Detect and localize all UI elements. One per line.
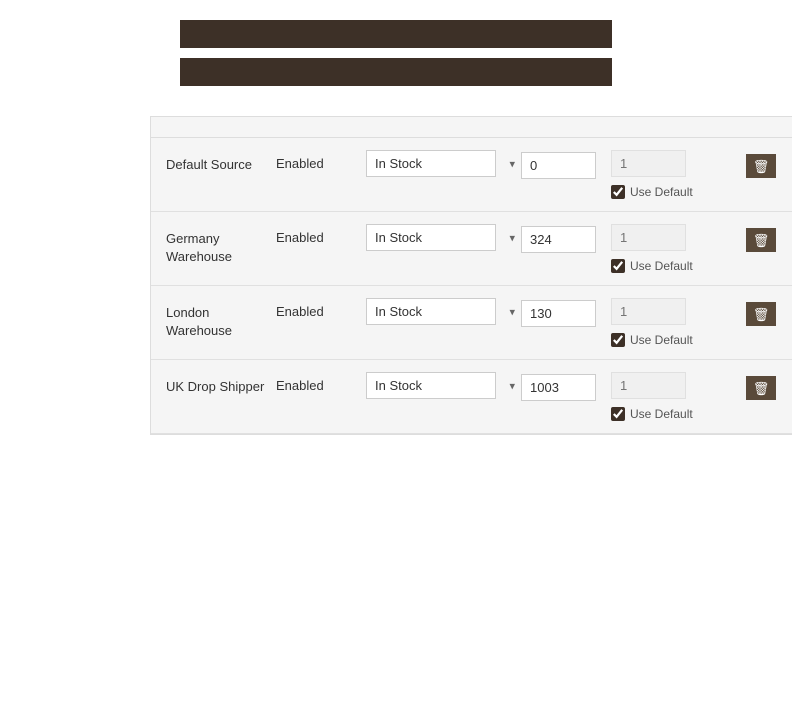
item-status-select-3[interactable]: In StockOut of Stock: [366, 372, 496, 399]
item-status-select-2[interactable]: In StockOut of Stock: [366, 298, 496, 325]
chevron-down-icon: ▾: [509, 379, 515, 392]
notify-qty-input-0[interactable]: [611, 150, 686, 177]
page-wrapper: Default SourceEnabledIn StockOut of Stoc…: [0, 0, 792, 475]
delete-row-button-1[interactable]: 🗑: [746, 228, 777, 252]
table-row: UK Drop ShipperEnabledIn StockOut of Sto…: [151, 360, 792, 434]
use-default-label-2: Use Default: [630, 333, 693, 347]
table-header: [151, 117, 792, 138]
delete-row-button-3[interactable]: 🗑: [746, 376, 777, 400]
assigned-sources-table: Default SourceEnabledIn StockOut of Stoc…: [150, 116, 792, 435]
qty-cell-2: [521, 298, 611, 327]
chevron-down-icon: ▾: [509, 157, 515, 170]
use-default-checkbox-0[interactable]: [611, 185, 625, 199]
source-status-2: Enabled: [276, 298, 366, 319]
use-default-checkbox-2[interactable]: [611, 333, 625, 347]
source-status-0: Enabled: [276, 150, 366, 171]
notify-qty-input-3[interactable]: [611, 372, 686, 399]
source-status-1: Enabled: [276, 224, 366, 245]
table-body: Default SourceEnabledIn StockOut of Stoc…: [151, 138, 792, 434]
delete-cell-1: 🗑: [741, 224, 781, 252]
notify-qty-input-1[interactable]: [611, 224, 686, 251]
notify-qty-cell-3: Use Default: [611, 372, 741, 421]
table-row: London WarehouseEnabledIn StockOut of St…: [151, 286, 792, 360]
delete-cell-3: 🗑: [741, 372, 781, 400]
source-item-status-cell-0: In StockOut of Stock ▾: [366, 150, 521, 177]
use-default-label-1: Use Default: [630, 259, 693, 273]
buttons-area: [0, 20, 792, 86]
use-default-label-0: Use Default: [630, 185, 693, 199]
trash-icon: 🗑: [753, 307, 770, 322]
chevron-down-icon: ▾: [509, 231, 515, 244]
main-section: Default SourceEnabledIn StockOut of Stoc…: [0, 116, 792, 455]
notify-qty-cell-2: Use Default: [611, 298, 741, 347]
chevron-down-icon: ▾: [509, 305, 515, 318]
table-row: Germany WarehouseEnabledIn StockOut of S…: [151, 212, 792, 286]
source-item-status-cell-3: In StockOut of Stock ▾: [366, 372, 521, 399]
notify-qty-input-2[interactable]: [611, 298, 686, 325]
use-default-label-3: Use Default: [630, 407, 693, 421]
item-status-select-1[interactable]: In StockOut of Stock: [366, 224, 496, 251]
use-default-checkbox-1[interactable]: [611, 259, 625, 273]
notify-qty-cell-0: Use Default: [611, 150, 741, 199]
qty-cell-0: [521, 150, 611, 179]
source-item-status-cell-1: In StockOut of Stock ▾: [366, 224, 521, 251]
item-status-select-0[interactable]: In StockOut of Stock: [366, 150, 496, 177]
qty-input-3[interactable]: [521, 374, 596, 401]
source-name-3: UK Drop Shipper: [166, 372, 276, 396]
notify-qty-cell-1: Use Default: [611, 224, 741, 273]
advanced-inventory-button[interactable]: [180, 58, 612, 86]
source-name-1: Germany Warehouse: [166, 224, 276, 266]
source-item-status-cell-2: In StockOut of Stock ▾: [366, 298, 521, 325]
delete-cell-0: 🗑: [741, 150, 781, 178]
table-row: Default SourceEnabledIn StockOut of Stoc…: [151, 138, 792, 212]
source-name-2: London Warehouse: [166, 298, 276, 340]
qty-cell-1: [521, 224, 611, 253]
delete-row-button-0[interactable]: 🗑: [746, 154, 777, 178]
source-status-3: Enabled: [276, 372, 366, 393]
qty-input-0[interactable]: [521, 152, 596, 179]
delete-row-button-2[interactable]: 🗑: [746, 302, 777, 326]
section-label: [20, 116, 150, 435]
delete-cell-2: 🗑: [741, 298, 781, 326]
source-name-0: Default Source: [166, 150, 276, 174]
qty-input-1[interactable]: [521, 226, 596, 253]
qty-input-2[interactable]: [521, 300, 596, 327]
qty-cell-3: [521, 372, 611, 401]
trash-icon: 🗑: [753, 381, 770, 396]
use-default-checkbox-3[interactable]: [611, 407, 625, 421]
assign-sources-button[interactable]: [180, 20, 612, 48]
trash-icon: 🗑: [753, 233, 770, 248]
trash-icon: 🗑: [753, 159, 770, 174]
